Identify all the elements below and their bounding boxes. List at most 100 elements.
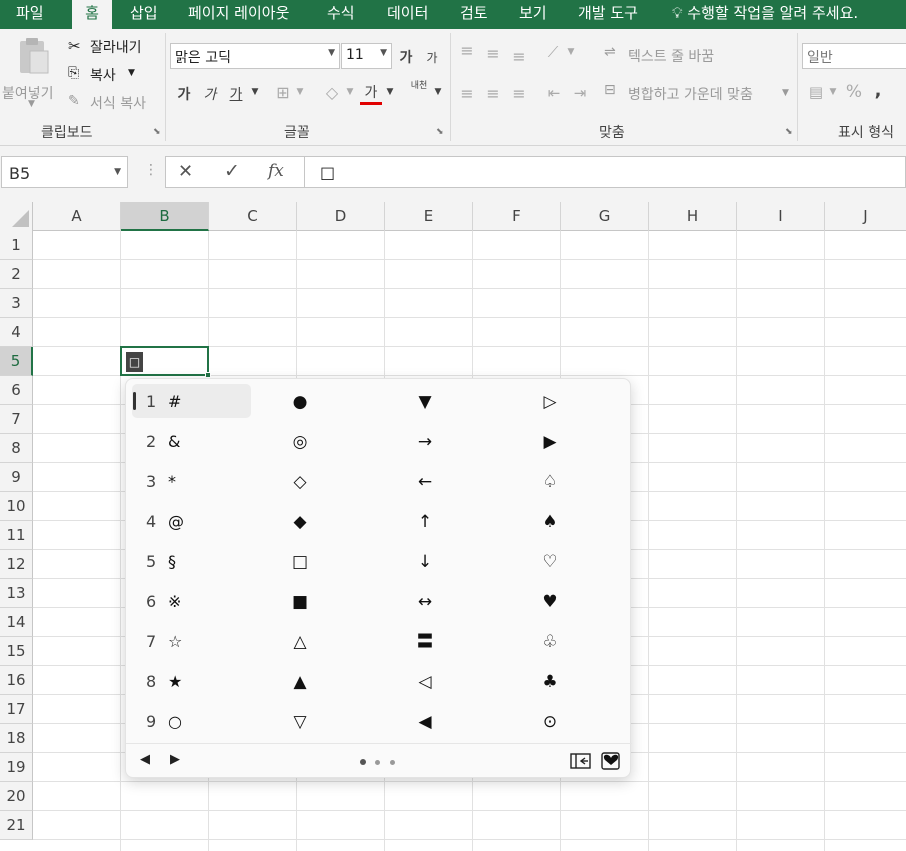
row-header-7[interactable]: 7 [0, 405, 33, 434]
symbol-col2-5[interactable]: □ [280, 549, 320, 575]
cancel-entry-button[interactable]: ✕ [178, 161, 193, 182]
column-header-a[interactable]: A [33, 202, 121, 231]
symbol-col4-4[interactable]: ♠ [530, 509, 570, 535]
page-dot[interactable] [375, 760, 380, 765]
active-cell-b5[interactable]: □ [120, 346, 211, 378]
prev-page-button[interactable]: ◀ [140, 752, 150, 767]
symbol-candidate-9[interactable]: 9 ○ [146, 709, 266, 735]
symbol-col4-5[interactable]: ♡ [530, 549, 570, 575]
column-header-b[interactable]: B [121, 202, 209, 231]
align-middle-icon[interactable]: ≡ [482, 44, 504, 63]
symbol-col4-3[interactable]: ♤ [530, 469, 570, 495]
symbol-col3-1[interactable]: ▼ [405, 389, 445, 415]
row-header-19[interactable]: 19 [0, 753, 33, 782]
currency-icon[interactable]: ▤ [805, 83, 827, 101]
row-header-14[interactable]: 14 [0, 608, 33, 637]
next-page-button[interactable]: ▶ [170, 752, 180, 767]
comma-button[interactable]: , [872, 80, 884, 101]
align-top-icon[interactable]: ≡ [456, 41, 478, 60]
symbol-candidate-6[interactable]: 6 ※ [146, 589, 266, 615]
tab-developer[interactable]: 개발 도구 [578, 0, 638, 29]
paste-dropdown-icon[interactable]: ▼ [28, 99, 35, 109]
font-color-dropdown-icon[interactable]: ▼ [385, 87, 395, 97]
underline-button[interactable]: 가 [227, 84, 245, 104]
row-header-11[interactable]: 11 [0, 521, 33, 550]
row-header-4[interactable]: 4 [0, 318, 33, 347]
underline-dropdown-icon[interactable]: ▼ [250, 87, 260, 97]
column-header-j[interactable]: J [825, 202, 906, 231]
row-header-6[interactable]: 6 [0, 376, 33, 405]
symbol-candidate-2[interactable]: 2 & [146, 429, 266, 455]
symbol-col3-5[interactable]: ↓ [405, 549, 445, 575]
tab-view[interactable]: 보기 [519, 0, 547, 29]
borders-icon[interactable]: ⊞ [272, 83, 294, 102]
tab-data[interactable]: 데이터 [387, 0, 428, 29]
tab-insert[interactable]: 삽입 [130, 0, 158, 29]
chevron-down-icon[interactable]: ▼ [114, 167, 121, 177]
symbol-col2-8[interactable]: ▲ [280, 669, 320, 695]
symbol-candidate-7[interactable]: 7 ☆ [146, 629, 266, 655]
wrap-text-button[interactable]: ⇌ 텍스트 줄 바꿈 [604, 44, 734, 66]
column-header-e[interactable]: E [385, 202, 473, 231]
insert-function-button[interactable]: fx [268, 161, 284, 181]
row-header-3[interactable]: 3 [0, 289, 33, 318]
merge-dropdown-icon[interactable]: ▼ [782, 88, 789, 98]
orientation-dropdown-icon[interactable]: ▼ [566, 47, 576, 57]
paste-button[interactable]: 붙여넣기 ▼ [2, 35, 64, 109]
row-header-18[interactable]: 18 [0, 724, 33, 753]
symbol-col2-9[interactable]: ▽ [280, 709, 320, 735]
symbol-candidate-3[interactable]: 3 * [146, 469, 266, 495]
row-header-8[interactable]: 8 [0, 434, 33, 463]
page-dot[interactable] [390, 760, 395, 765]
orientation-icon[interactable]: ⟋ [540, 43, 566, 61]
tab-home[interactable]: 홈 [72, 0, 112, 29]
copy-button[interactable]: ⎘ 복사 ▼ [68, 65, 158, 85]
row-header-10[interactable]: 10 [0, 492, 33, 521]
symbol-candidate-5[interactable]: 5 § [146, 549, 266, 575]
row-header-5[interactable]: 5 [0, 347, 33, 376]
symbol-candidate-1[interactable]: 1 # [146, 389, 266, 415]
currency-dropdown-icon[interactable]: ▼ [828, 87, 838, 97]
name-box[interactable]: B5 ▼ [1, 156, 128, 188]
symbol-col2-6[interactable]: ■ [280, 589, 320, 615]
expand-panel-icon[interactable] [570, 752, 592, 774]
symbol-col4-6[interactable]: ♥ [530, 589, 570, 615]
fill-color-icon[interactable]: ◇ [322, 83, 342, 102]
borders-dropdown-icon[interactable]: ▼ [295, 87, 305, 97]
alignment-launcher-icon[interactable]: ⬊ [785, 127, 793, 137]
align-center-icon[interactable]: ≡ [482, 84, 504, 103]
symbol-col2-3[interactable]: ◇ [280, 469, 320, 495]
bold-button[interactable]: 가 [175, 84, 193, 104]
symbol-col3-4[interactable]: ↑ [405, 509, 445, 535]
symbol-candidate-4[interactable]: 4 @ [146, 509, 266, 535]
font-color-button[interactable]: 가 [360, 82, 382, 105]
heart-icon[interactable] [600, 749, 622, 775]
column-header-c[interactable]: C [209, 202, 297, 231]
symbol-col3-9[interactable]: ◀ [405, 709, 445, 735]
clipboard-launcher-icon[interactable]: ⬊ [153, 127, 161, 137]
symbol-candidate-8[interactable]: 8 ★ [146, 669, 266, 695]
symbol-col3-3[interactable]: ← [405, 469, 445, 495]
symbol-col3-6[interactable]: ↔ [405, 589, 445, 615]
page-dot[interactable] [360, 759, 366, 765]
font-launcher-icon[interactable]: ⬊ [436, 127, 444, 137]
font-size-select[interactable]: 11 ▼ [341, 43, 392, 69]
column-header-g[interactable]: G [561, 202, 649, 231]
decrease-indent-icon[interactable]: ⇤ [542, 84, 566, 102]
symbol-col2-1[interactable]: ● [280, 389, 320, 415]
column-header-d[interactable]: D [297, 202, 385, 231]
symbol-col4-1[interactable]: ▷ [530, 389, 570, 415]
symbol-col2-2[interactable]: ◎ [280, 429, 320, 455]
tab-formulas[interactable]: 수식 [327, 0, 355, 29]
increase-indent-icon[interactable]: ⇥ [568, 84, 592, 102]
symbol-col3-8[interactable]: ◁ [405, 669, 445, 695]
number-format-select[interactable]: 일반 [802, 43, 906, 69]
row-header-21[interactable]: 21 [0, 811, 33, 840]
tab-page-layout[interactable]: 페이지 레이아웃 [188, 0, 289, 29]
merge-center-button[interactable]: ⊟ 병합하고 가운데 맞춤 ▼ [604, 82, 794, 104]
select-all-button[interactable] [0, 202, 33, 231]
percent-button[interactable]: % [844, 82, 864, 102]
symbol-col4-2[interactable]: ▶ [530, 429, 570, 455]
row-header-9[interactable]: 9 [0, 463, 33, 492]
symbol-col3-2[interactable]: → [405, 429, 445, 455]
